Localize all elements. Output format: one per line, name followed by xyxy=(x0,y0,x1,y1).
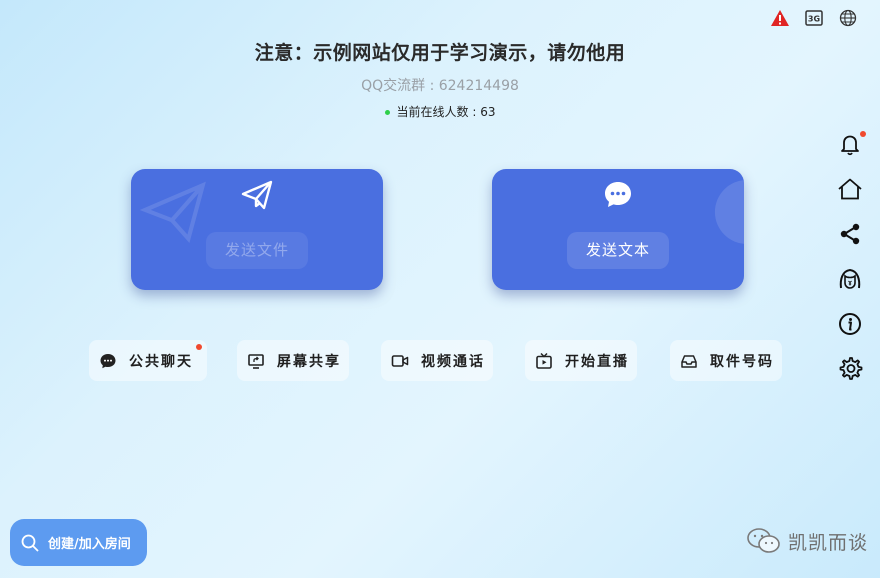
share-icon xyxy=(840,223,860,245)
tv-icon xyxy=(536,352,552,369)
chat-icon xyxy=(100,353,116,368)
globe-icon[interactable] xyxy=(838,9,858,27)
live-stream-label: 开始直播 xyxy=(565,353,629,370)
top-status-bar: 3G xyxy=(770,9,858,27)
action-bar: 公共聊天 屏幕共享 视频通话 开始直播 取件号码 xyxy=(89,340,789,382)
settings-button[interactable] xyxy=(837,356,863,382)
screen-share-icon xyxy=(248,353,264,369)
video-call-label: 视频通话 xyxy=(421,353,485,370)
share-button[interactable] xyxy=(837,221,863,247)
gear-icon xyxy=(839,357,863,380)
send-file-button[interactable]: 发送文件 xyxy=(205,232,309,269)
info-button[interactable] xyxy=(837,311,863,337)
warning-icon[interactable] xyxy=(770,9,790,27)
send-file-card[interactable]: 发送文件 xyxy=(131,169,383,290)
bell-icon xyxy=(841,135,859,156)
send-text-button[interactable]: 发送文本 xyxy=(566,232,670,269)
inbox-icon xyxy=(681,354,697,368)
svg-text:3G: 3G xyxy=(808,15,820,24)
public-chat-badge xyxy=(196,344,202,350)
notice-title: 注意：示例网站仅用于学习演示，请勿他用 xyxy=(254,42,626,64)
video-camera-icon xyxy=(391,354,409,367)
online-count-label: 当前在线人数 : 63 xyxy=(396,105,496,119)
network-3g-icon[interactable]: 3G xyxy=(804,9,824,27)
paper-plane-icon xyxy=(241,180,273,210)
info-icon xyxy=(839,313,861,335)
create-join-room-label: 创建/加入房间 xyxy=(48,537,131,552)
home-icon xyxy=(838,178,862,200)
wechat-icon xyxy=(747,528,780,553)
chat-bubble-icon xyxy=(605,182,631,207)
create-join-room-button[interactable]: 创建/加入房间 xyxy=(10,519,147,566)
avatar-button[interactable] xyxy=(837,266,863,292)
pickup-code-label: 取件号码 xyxy=(710,353,774,370)
watermark-text: 凯凯而谈 xyxy=(787,531,868,554)
pickup-code-button[interactable]: 取件号码 xyxy=(670,340,782,381)
search-icon xyxy=(21,534,39,552)
screen-share-button[interactable]: 屏幕共享 xyxy=(237,340,349,381)
home-button[interactable] xyxy=(837,176,863,202)
send-text-card[interactable]: 发送文本 xyxy=(492,169,744,290)
avatar-icon xyxy=(839,268,861,289)
public-chat-label: 公共聊天 xyxy=(129,353,193,370)
public-chat-button[interactable]: 公共聊天 xyxy=(89,340,207,381)
online-count: 当前在线人数 : 63 xyxy=(0,103,880,120)
video-call-button[interactable]: 视频通话 xyxy=(381,340,493,381)
notifications-button[interactable] xyxy=(837,131,866,157)
screen-share-label: 屏幕共享 xyxy=(277,353,341,370)
watermark: 凯凯而谈 xyxy=(746,527,868,555)
online-status-dot xyxy=(384,110,390,115)
live-stream-button[interactable]: 开始直播 xyxy=(525,340,637,381)
notification-badge xyxy=(860,131,866,137)
qq-group-text: QQ交流群 : 624214498 xyxy=(361,78,519,94)
